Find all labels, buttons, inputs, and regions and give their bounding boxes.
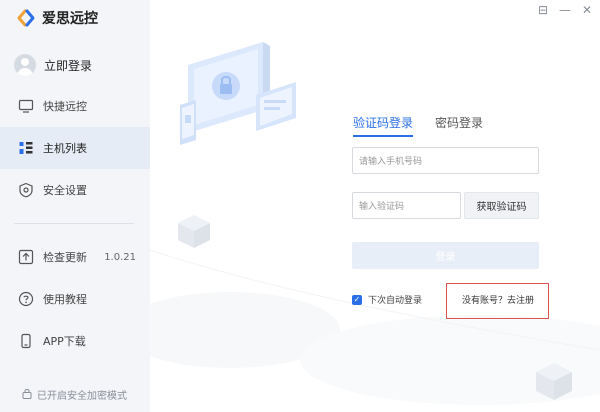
help-icon [18,291,34,307]
lock-icon [22,388,32,402]
verification-code-input[interactable]: 输入验证码 [352,192,461,219]
checkbox-checked-icon: ✓ [352,294,362,305]
phone-icon [18,333,34,349]
sidebar-item-label: 检查更新 [43,251,87,264]
login-tabs: 验证码登录 密码登录 [353,114,483,137]
sidebar-item-tutorial[interactable]: 使用教程 [0,278,150,320]
sidebar-item-host-list[interactable]: 主机列表 [0,127,150,169]
security-status-label: 已开启安全加密模式 [37,391,127,402]
sidebar-divider [14,223,134,224]
sidebar-item-label: 安全设置 [43,184,87,197]
login-entry-label: 立即登录 [44,58,93,73]
device-illustration [180,42,296,145]
login-button[interactable]: 登录 [352,242,539,269]
security-status: 已开启安全加密模式 [22,387,127,402]
auto-login-label: 下次自动登录 [368,296,423,306]
sidebar-item-label: APP下载 [43,335,86,348]
tab-password-login[interactable]: 密码登录 [435,114,483,137]
host-list-icon [18,140,34,156]
phone-input[interactable]: 请输入手机号码 [352,147,539,174]
shield-icon [18,182,34,198]
window-controls: ⊟ — ✕ [536,3,594,17]
sidebar-item-label: 使用教程 [43,293,87,306]
tab-sms-login[interactable]: 验证码登录 [353,114,414,137]
sidebar-item-quick-remote[interactable]: 快捷远控 [0,85,150,127]
minimize-button[interactable]: — [558,3,572,17]
sidebar-item-label: 主机列表 [43,142,87,155]
auto-login-checkbox[interactable]: ✓ 下次自动登录 [352,293,422,306]
app-title: 爱思远控 [42,11,98,27]
sidebar: 爱思远控 立即登录 快捷远控 主机列表 安全设置 检查更新 1.0.21 使用教… [0,0,150,412]
close-button[interactable]: ✕ [580,3,594,17]
sidebar-item-app-download[interactable]: APP下载 [0,320,150,362]
get-code-button[interactable]: 获取验证码 [464,192,539,219]
monitor-icon [18,98,34,114]
sidebar-item-label: 快捷远控 [43,100,87,113]
logo-icon [16,8,36,28]
update-icon [18,249,34,265]
login-entry[interactable]: 立即登录 [14,54,92,76]
register-link[interactable]: 没有账号？去注册 [462,293,534,306]
avatar [14,54,36,76]
app-logo: 爱思远控 [16,8,98,28]
sidebar-item-check-update[interactable]: 检查更新 1.0.21 [0,236,150,278]
pin-icon[interactable]: ⊟ [536,3,550,17]
version-label: 1.0.21 [104,251,136,263]
sidebar-item-security[interactable]: 安全设置 [0,169,150,211]
